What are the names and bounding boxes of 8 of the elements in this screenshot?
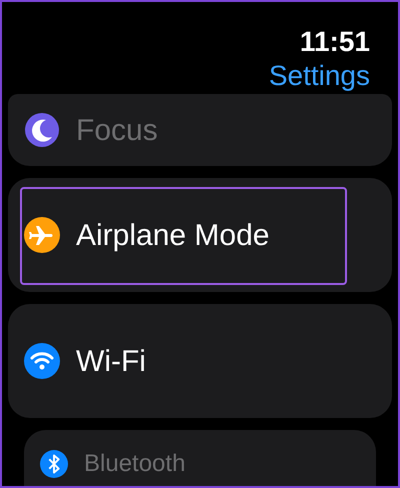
row-label: Bluetooth — [84, 450, 186, 478]
screen-title: Settings — [268, 59, 370, 93]
settings-row[interactable]: Airplane Mode — [8, 178, 392, 292]
row-label: Airplane Mode — [76, 218, 270, 254]
settings-row[interactable]: Wi-Fi — [8, 304, 392, 418]
clock-time: 11:51 — [300, 26, 370, 58]
row-label: Focus — [76, 112, 158, 148]
row-label: Wi-Fi — [76, 344, 146, 380]
